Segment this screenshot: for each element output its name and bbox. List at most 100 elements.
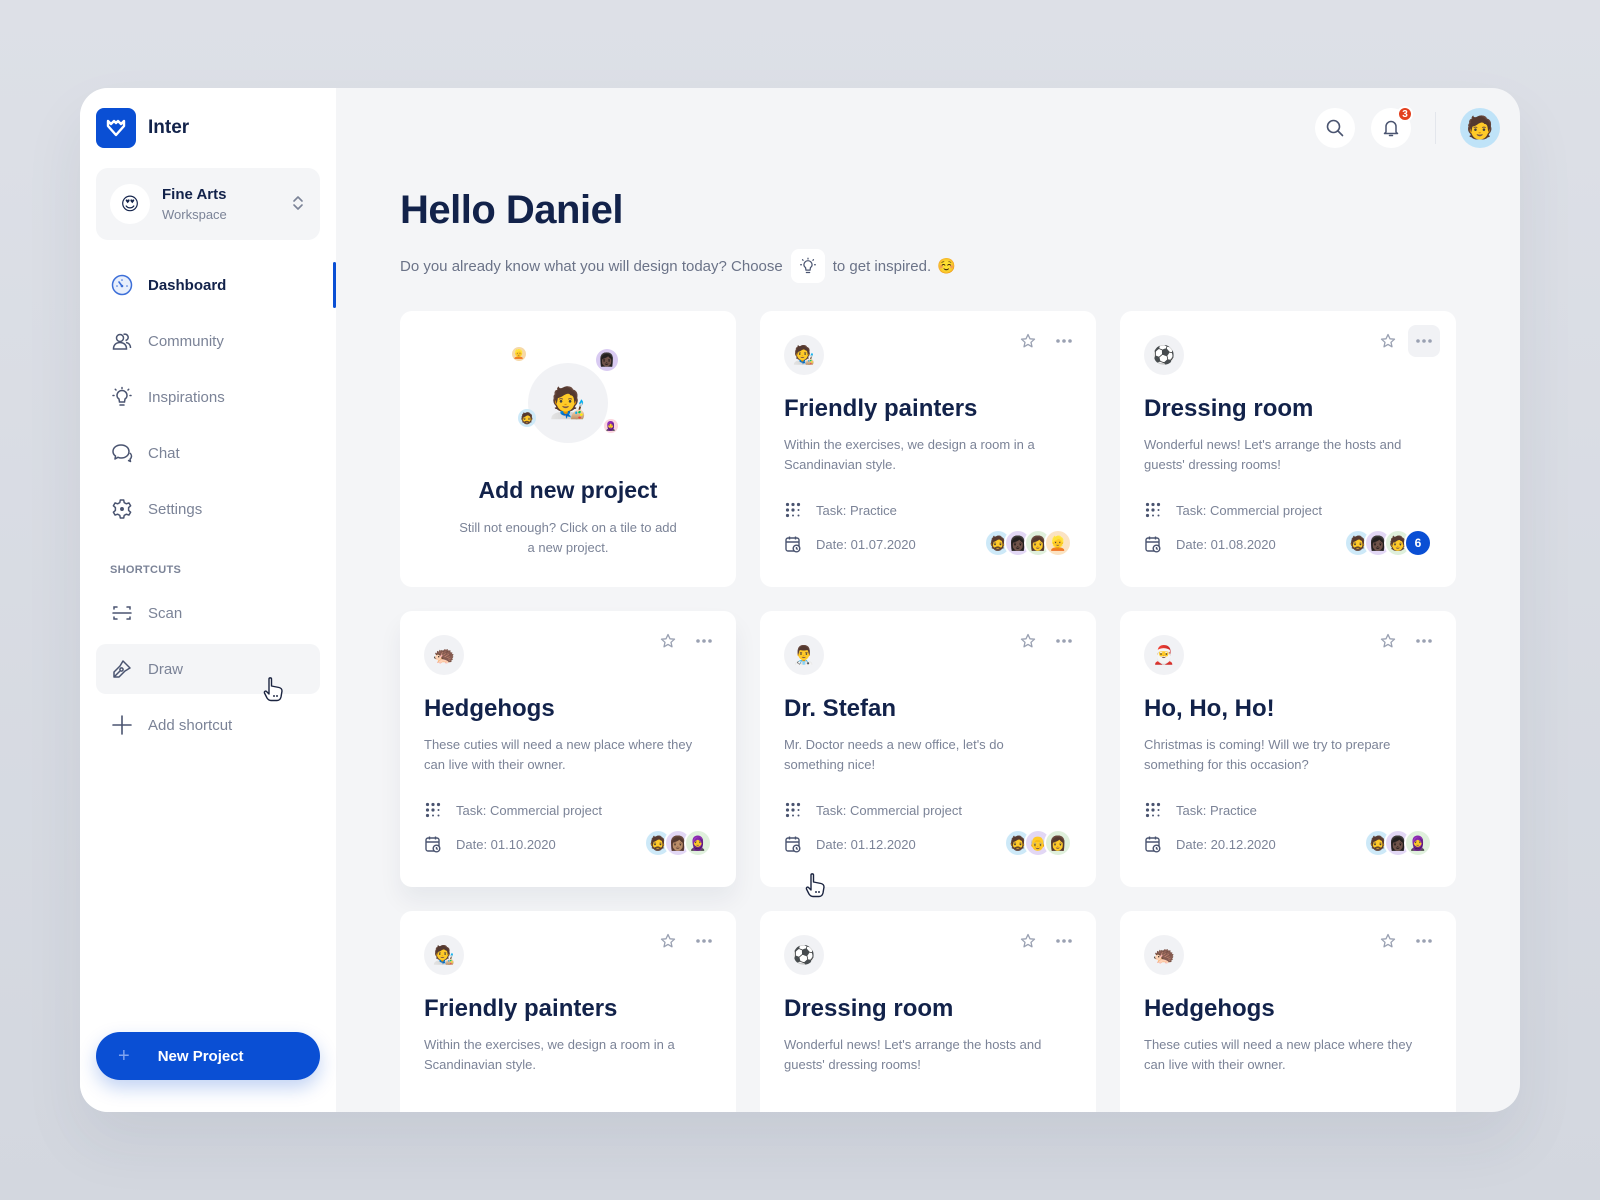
gear-icon [110,497,134,521]
page-title: Hello Daniel [400,188,623,232]
star-icon [1020,333,1036,348]
favorite-button[interactable] [1012,325,1044,357]
more-options-button[interactable] [1048,625,1080,657]
member-avatar: 👩 [1044,829,1072,857]
date-label: Date: 01.08.2020 [1176,536,1276,552]
star-icon [1380,333,1396,348]
chevron-up-down-icon [292,194,304,217]
favorite-button[interactable] [1372,925,1404,957]
favorite-button[interactable] [1012,925,1044,957]
date-label: Date: 20.12.2020 [1176,836,1276,852]
project-task: Task: Practice [1144,801,1257,819]
grid-dots-icon [784,501,802,519]
new-project-label: New Project [157,1047,244,1065]
shortcut-scan[interactable]: Scan [96,588,320,638]
project-task: Task: Practice [784,501,897,519]
star-icon [1020,933,1036,948]
subtitle-text: Do you already know what you will design… [400,257,783,275]
favorite-button[interactable] [1012,625,1044,657]
project-card[interactable]: 🦔 Hedgehogs These cuties will need a new… [400,611,736,887]
star-icon [660,933,676,948]
favorite-button[interactable] [652,925,684,957]
more-dots-icon [1056,639,1072,643]
nav-item-dashboard[interactable]: Dashboard [96,260,336,310]
member-avatars: 🧔 👩🏿 👩 👱 [984,529,1072,557]
workspace-name: Fine Arts [162,186,227,203]
project-icon: 👨‍⚕️ [784,635,824,675]
add-project-title: Add new project [478,477,658,503]
project-card[interactable]: 🎅 Ho, Ho, Ho! Christmas is coming! Will … [1120,611,1456,887]
nav-item-community[interactable]: Community [96,316,320,366]
more-options-button[interactable] [1048,925,1080,957]
star-icon [660,633,676,648]
more-dots-icon [1416,939,1432,943]
grid-dots-icon [1144,801,1162,819]
nav-item-chat[interactable]: Chat [96,428,320,478]
member-avatar: 🧕 [604,419,618,433]
task-label: Task: Commercial project [456,802,602,818]
nav-label: Community [148,332,224,350]
project-icon: 🧑‍🎨 [424,935,464,975]
chat-icon [110,441,134,465]
project-card[interactable]: 🧑‍🎨 Friendly painters Within the exercis… [760,311,1096,587]
member-count-badge[interactable]: 6 [1404,529,1432,557]
more-options-button[interactable] [688,625,720,657]
project-card[interactable]: 🧑‍🎨 Friendly painters Within the exercis… [400,911,736,1112]
calendar-clock-icon [784,835,802,853]
subtitle-text-end: to get inspired. [832,257,932,275]
member-avatar: 🧔 [518,409,536,427]
nav-item-settings[interactable]: Settings [96,484,320,534]
profile-avatar[interactable]: 🧑 [1460,108,1500,148]
card-actions [1008,925,1080,957]
date-label: Date: 01.12.2020 [816,836,916,852]
community-icon [110,329,134,353]
more-options-button[interactable] [1408,625,1440,657]
topbar: 3 🧑 [1299,106,1500,148]
more-dots-icon [1056,939,1072,943]
project-icon: ⚽ [784,935,824,975]
favorite-button[interactable] [1372,325,1404,357]
workspace-avatar: 😍 [110,184,150,224]
more-options-button[interactable] [1408,925,1440,957]
new-project-button[interactable]: + New Project [96,1032,320,1080]
project-card[interactable]: ⚽ Dressing room Wonderful news! Let's ar… [760,911,1096,1112]
project-icon: 🎅 [1144,635,1184,675]
project-grid: 🧑‍🎨 👱 👩🏿 🧔 🧕 Add new project Still not e… [400,311,1520,1112]
favorite-button[interactable] [652,625,684,657]
project-title: Ho, Ho, Ho! [1144,695,1275,722]
more-dots-icon [1416,339,1432,343]
card-actions [1368,325,1440,357]
project-icon: 🦔 [424,635,464,675]
favorite-button[interactable] [1372,625,1404,657]
inspiration-chip[interactable] [790,249,825,283]
more-options-button[interactable] [1408,325,1440,357]
shortcuts-heading: SHORTCUTS [110,564,182,576]
project-date: Date: 01.10.2020 [424,835,556,853]
more-options-button[interactable] [1048,325,1080,357]
topbar-divider [1435,112,1436,144]
project-card[interactable]: 👨‍⚕️ Dr. Stefan Mr. Doctor needs a new o… [760,611,1096,887]
nav-item-inspirations[interactable]: Inspirations [96,372,320,422]
smile-emoji: ☺️ [937,258,956,275]
notifications-button[interactable]: 3 [1371,106,1413,148]
brand[interactable]: Inter [96,108,320,148]
logo-icon [96,108,136,148]
grid-dots-icon [1144,501,1162,519]
add-project-illustration: 🧑‍🎨 👱 👩🏿 🧔 🧕 [498,347,638,447]
add-project-card[interactable]: 🧑‍🎨 👱 👩🏿 🧔 🧕 Add new project Still not e… [400,311,736,587]
star-icon [1020,633,1036,648]
project-card[interactable]: 🦔 Hedgehogs These cuties will need a new… [1120,911,1456,1112]
project-description: Wonderful news! Let's arrange the hosts … [1144,437,1402,472]
more-dots-icon [1416,639,1432,643]
card-actions [648,625,720,657]
search-button[interactable] [1315,108,1355,148]
workspace-switcher[interactable]: 😍 Fine Arts Workspace [96,168,320,240]
project-card[interactable]: ⚽ Dressing room Wonderful news! Let's ar… [1120,311,1456,587]
add-shortcut-button[interactable]: Add shortcut [96,700,320,750]
shortcut-draw[interactable]: Draw [96,644,320,694]
more-options-button[interactable] [688,925,720,957]
search-icon [1326,119,1344,137]
project-title: Hedgehogs [424,695,555,722]
more-dots-icon [696,939,712,943]
date-label: Date: 01.07.2020 [816,536,916,552]
